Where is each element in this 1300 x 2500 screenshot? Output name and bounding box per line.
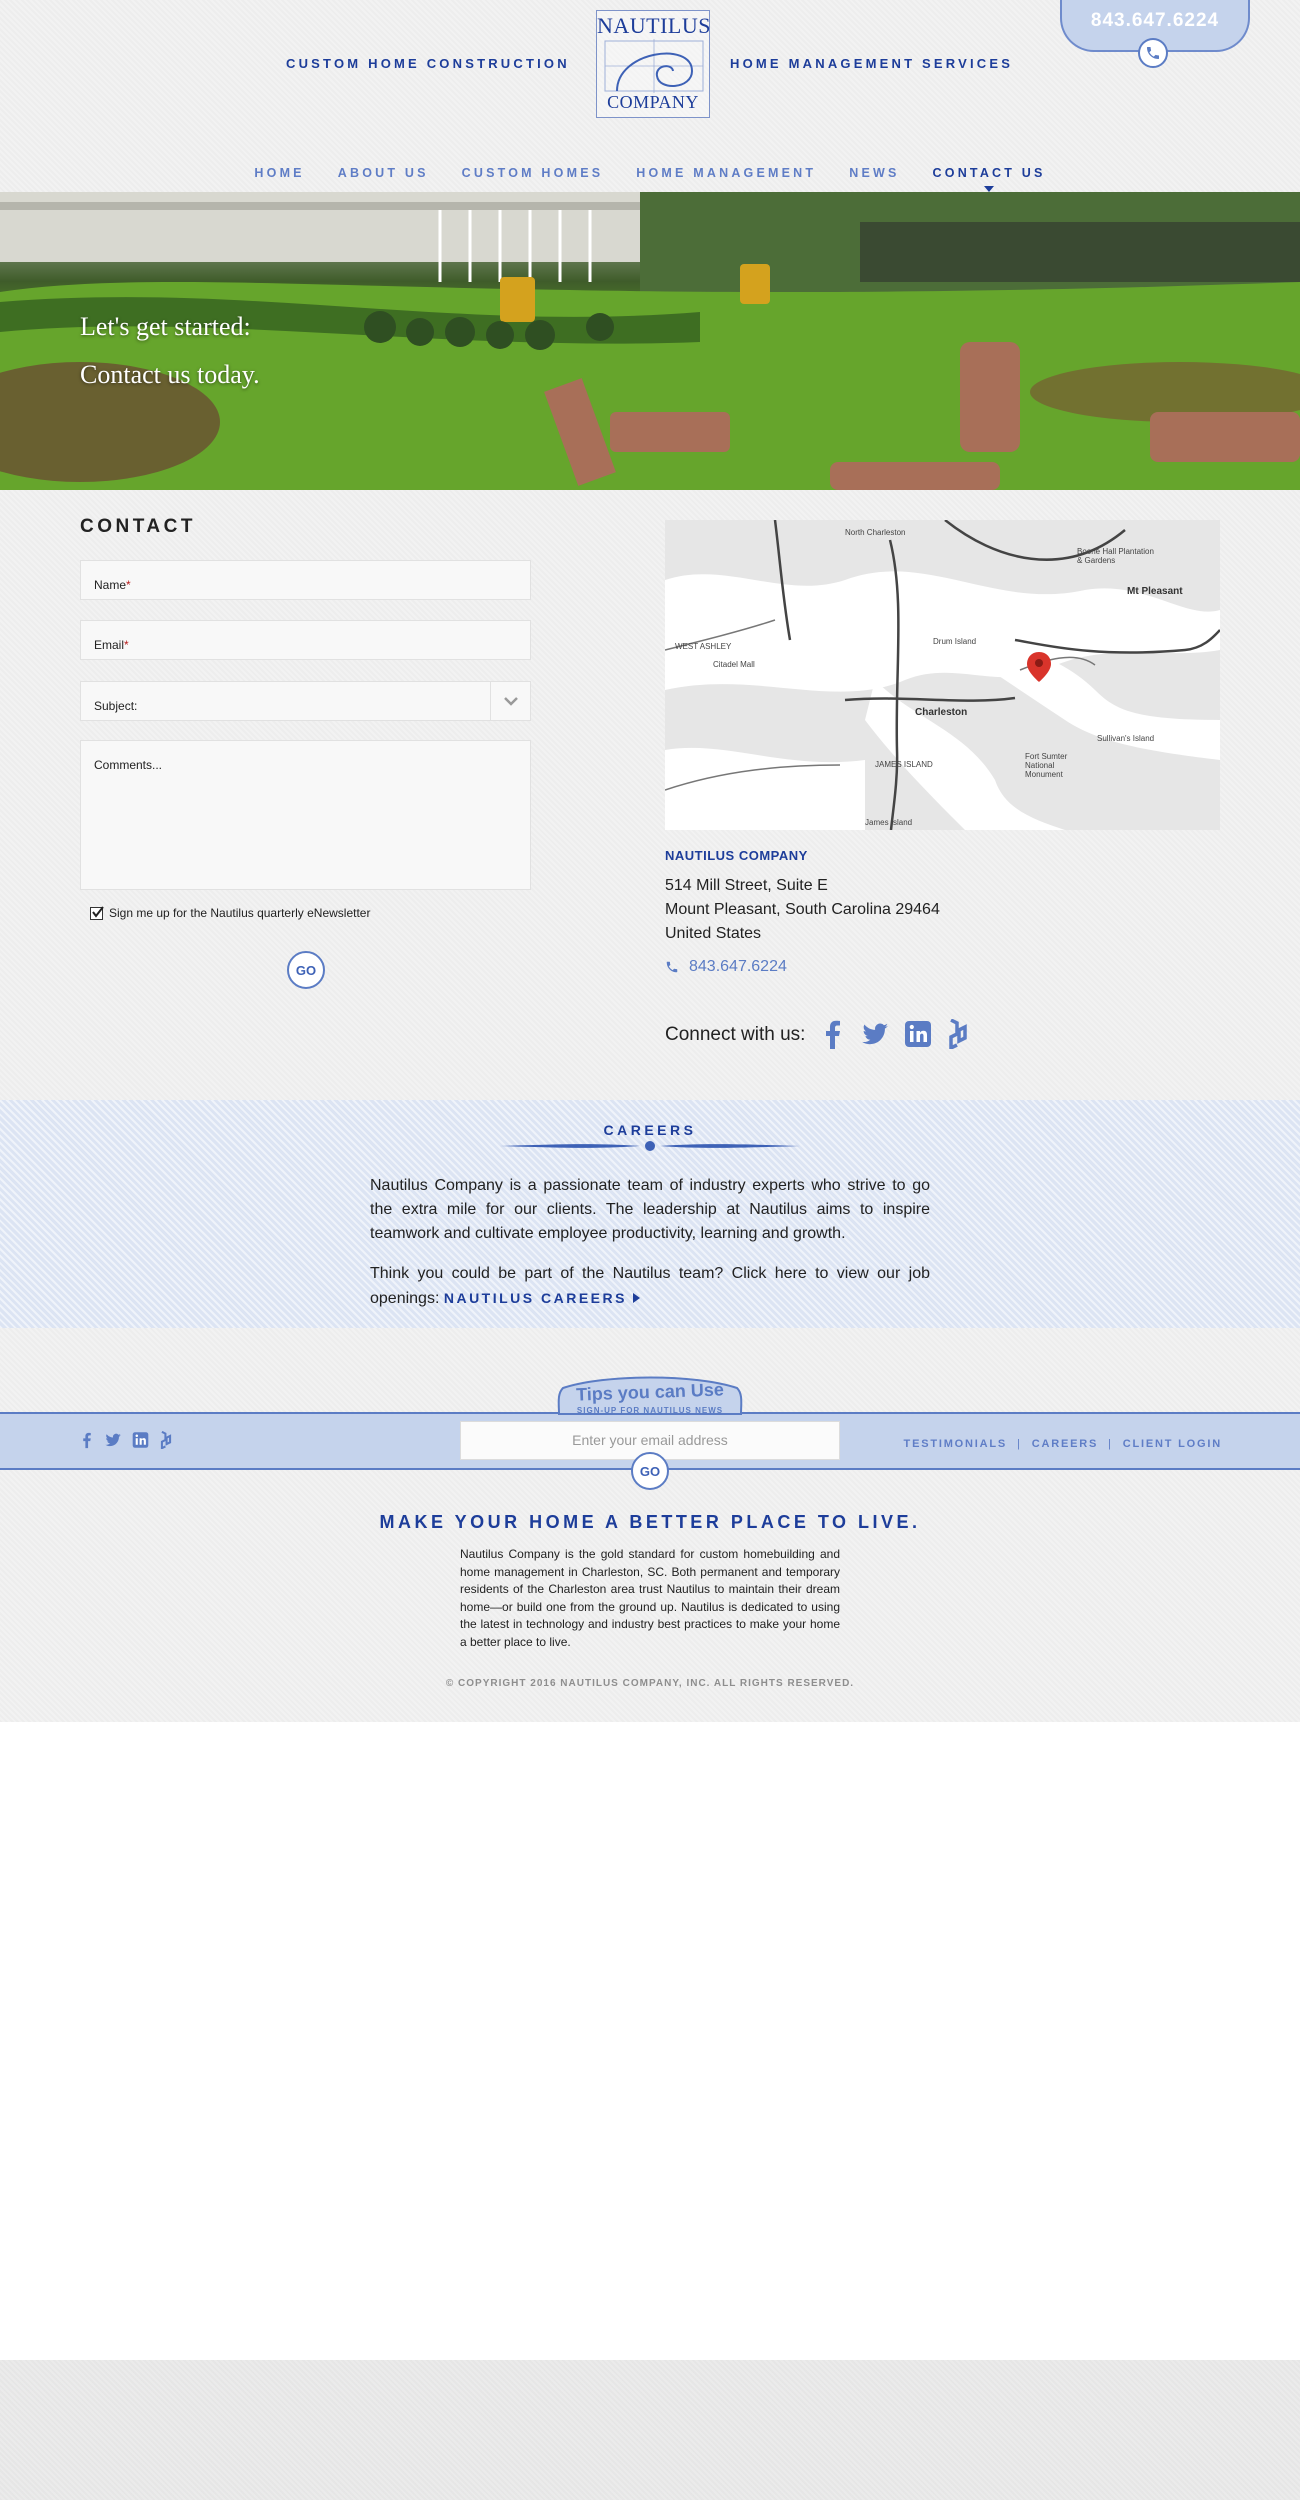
houzz-icon[interactable] (946, 1019, 970, 1049)
map-label: Fort Sumter National Monument (1025, 752, 1068, 779)
houzz-icon[interactable] (159, 1431, 173, 1449)
newsletter-submit-button[interactable]: GO (631, 1452, 669, 1490)
hero-heading: Let's get started: (80, 312, 251, 341)
header-link-home-management-services[interactable]: HOME MANAGEMENT SERVICES (730, 56, 1013, 71)
careers-title: CAREERS (603, 1122, 697, 1138)
address-phone-number[interactable]: 843.647.6224 (689, 958, 787, 976)
main-nav: HOME ABOUT US CUSTOM HOMES HOME MANAGEME… (0, 166, 1300, 192)
subject-select[interactable]: Subject: (80, 681, 531, 721)
hero-subheading: Contact us today. (80, 360, 260, 389)
map-label: Boone Hall Plantation & Gardens (1077, 547, 1154, 565)
required-mark: * (126, 578, 131, 592)
location-map[interactable]: North Charleston Boone Hall Plantation &… (665, 520, 1220, 830)
map-label: Charleston (915, 707, 968, 718)
map-label: North Charleston (845, 528, 906, 537)
careers-link-label[interactable]: NAUTILUS CAREERS (444, 1290, 627, 1306)
map-label: Citadel Mall (713, 660, 755, 669)
hero-banner: Let's get started: Contact us today. (0, 192, 1300, 490)
phone-icon (1145, 45, 1161, 61)
header-phone-number[interactable]: 843.647.6224 (1062, 10, 1248, 32)
chevron-down-icon (503, 696, 519, 706)
facebook-icon[interactable] (80, 1431, 94, 1449)
subject-dropdown-toggle[interactable] (490, 682, 530, 720)
address-line-2: Mount Pleasant, South Carolina 29464 (665, 901, 940, 918)
footer-about-text: Nautilus Company is the gold standard fo… (460, 1547, 840, 1649)
map-label: JAMES ISLAND (875, 760, 933, 769)
nav-home[interactable]: HOME (254, 166, 304, 180)
caret-right-icon (633, 1293, 641, 1303)
address-company-name: NAUTILUS COMPANY (665, 848, 808, 863)
address-line-3: United States (665, 925, 762, 942)
facebook-icon[interactable] (820, 1019, 846, 1049)
linkedin-icon[interactable] (904, 1019, 932, 1049)
check-icon (92, 905, 104, 918)
newsletter-label: Sign me up for the Nautilus quarterly eN… (109, 906, 371, 920)
footer-tagline: MAKE YOUR HOME A BETTER PLACE TO LIVE. (379, 1512, 921, 1532)
required-mark: * (124, 638, 129, 652)
footer-copyright: © COPYRIGHT 2016 NAUTILUS COMPANY, INC. … (445, 1678, 855, 1689)
contact-title: CONTACT (80, 516, 196, 537)
address-phone-link[interactable]: 843.647.6224 (665, 958, 787, 976)
nav-contact-us[interactable]: CONTACT US (933, 166, 1046, 192)
footer-link-separator: | (1017, 1438, 1022, 1450)
name-field[interactable]: Name* (80, 560, 531, 600)
footer-link-client-login[interactable]: CLIENT LOGIN (1123, 1438, 1222, 1450)
blank-area (0, 1722, 1300, 2360)
email-field[interactable]: Email* (80, 620, 531, 660)
ornament-divider-icon (500, 1141, 800, 1151)
contact-submit-button[interactable]: GO (287, 951, 325, 989)
nav-home-management[interactable]: HOME MANAGEMENT (636, 166, 816, 180)
map-label: WEST ASHLEY (675, 642, 732, 651)
map-label: Sullivan's Island (1097, 734, 1155, 743)
connect-label: Connect with us: (665, 1024, 806, 1045)
careers-link[interactable]: NAUTILUS CAREERS (444, 1290, 641, 1306)
nautilus-logo[interactable]: NAUTILUS COMPANY (596, 10, 711, 118)
map-label: Drum Island (933, 637, 977, 646)
comments-placeholder: Comments... (94, 758, 163, 772)
footer-link-careers[interactable]: CAREERS (1032, 1438, 1098, 1450)
careers-section: CAREERS Nautilus Company is a passionate… (0, 1100, 1300, 1328)
linkedin-icon[interactable] (132, 1431, 149, 1449)
nav-news[interactable]: NEWS (849, 166, 899, 180)
header-link-custom-home-construction[interactable]: CUSTOM HOME CONSTRUCTION (286, 56, 570, 71)
careers-paragraph-1: Nautilus Company is a passionate team of… (370, 1177, 930, 1242)
footer-social-links (80, 1431, 173, 1449)
comments-textarea[interactable]: Comments... (80, 740, 531, 890)
bottom-background (0, 2360, 1300, 2500)
email-label: Email (94, 638, 125, 652)
footer-link-separator: | (1108, 1438, 1113, 1450)
newsletter-checkbox[interactable] (90, 905, 104, 920)
map-image (665, 520, 1220, 830)
twitter-icon[interactable] (860, 1019, 890, 1049)
logo-wordmark-bottom: COMPANY (607, 92, 699, 112)
careers-paragraph-2: Think you could be part of the Nautilus … (370, 1262, 930, 1311)
header-phone-button[interactable] (1138, 38, 1168, 68)
map-label: James Island (865, 818, 913, 827)
tips-subtitle: SIGN-UP FOR NAUTILUS NEWS (576, 1406, 724, 1415)
nav-custom-homes[interactable]: CUSTOM HOMES (462, 166, 604, 180)
name-label: Name (94, 578, 127, 592)
twitter-icon[interactable] (104, 1431, 122, 1449)
nav-about-us[interactable]: ABOUT US (338, 166, 429, 180)
social-links (820, 1019, 970, 1049)
footer-links: TESTIMONIALS | CAREERS | CLIENT LOGIN (904, 1438, 1222, 1450)
address-line-1: 514 Mill Street, Suite E (665, 877, 828, 894)
footer-link-testimonials[interactable]: TESTIMONIALS (904, 1438, 1008, 1450)
subject-label: Subject: (94, 699, 138, 713)
logo-wordmark-top: NAUTILUS (597, 13, 711, 38)
phone-icon (665, 960, 679, 974)
map-label: Mt Pleasant (1127, 586, 1183, 597)
newsletter-option[interactable]: Sign me up for the Nautilus quarterly eN… (90, 905, 371, 920)
